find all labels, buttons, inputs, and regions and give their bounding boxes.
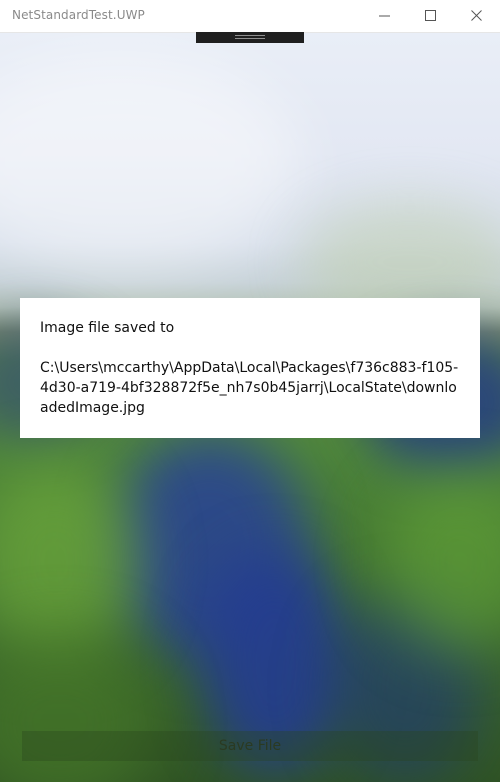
save-file-label: Save File — [218, 738, 282, 754]
grip-line — [235, 35, 265, 36]
minimize-button[interactable] — [362, 0, 408, 32]
drag-handle[interactable] — [196, 32, 304, 43]
close-icon — [471, 10, 482, 21]
sky-highlight — [0, 52, 300, 272]
grip-line — [235, 38, 265, 39]
dialog-message: Image file saved to C:\Users\mccarthy\Ap… — [40, 320, 459, 416]
maximize-icon — [425, 10, 436, 21]
window-title: NetStandardTest.UWP — [12, 8, 145, 22]
close-button[interactable] — [454, 0, 500, 32]
maximize-button[interactable] — [408, 0, 454, 32]
save-file-button[interactable]: Save File — [22, 731, 478, 761]
app-window: NetStandardTest.UWP Image file saved to … — [0, 0, 500, 782]
minimize-icon — [379, 15, 390, 17]
message-dialog: Image file saved to C:\Users\mccarthy\Ap… — [20, 298, 480, 438]
title-bar[interactable]: NetStandardTest.UWP — [0, 0, 500, 33]
